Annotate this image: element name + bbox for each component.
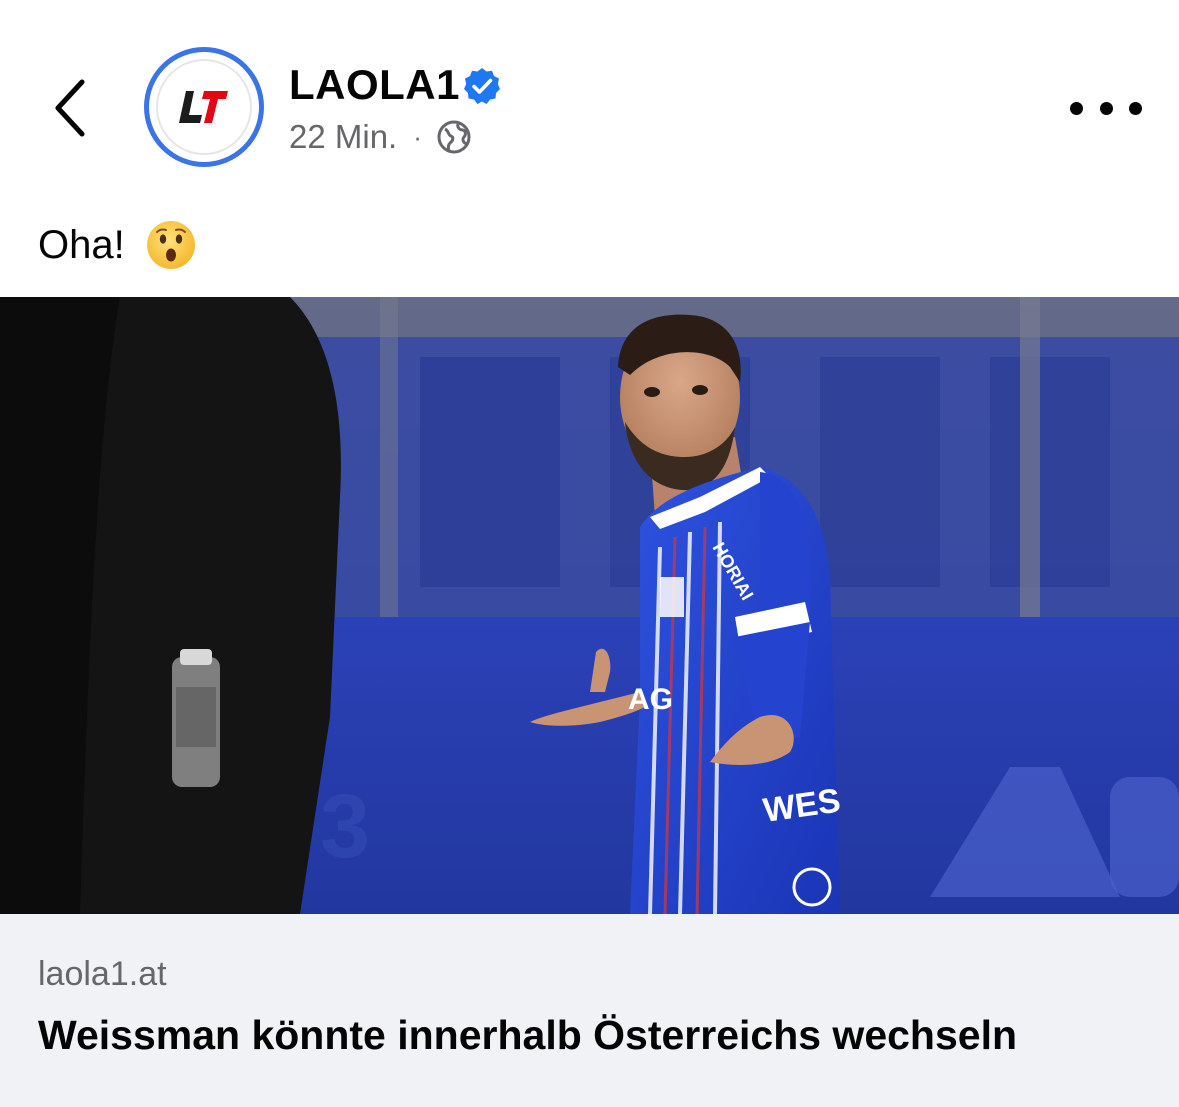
- laola1-logo: [156, 59, 252, 155]
- astonished-face-emoji: [146, 221, 195, 269]
- post-screen: LAOLA1 22 Min. · Oha! 3 AG WES HORIAI la…: [0, 0, 1179, 1107]
- chevron-left-icon: [55, 79, 85, 137]
- post-meta: 22 Min. ·: [289, 117, 472, 157]
- verified-badge-icon: [464, 68, 500, 104]
- link-domain[interactable]: laola1.at: [38, 952, 167, 996]
- football-player-photo: 3 AG WES HORIAI: [0, 297, 1179, 914]
- meta-separator: ·: [413, 122, 422, 152]
- post-caption: Oha!: [38, 217, 197, 273]
- post-header: LAOLA1 22 Min. ·: [0, 0, 1179, 200]
- svg-text:3: 3: [320, 777, 370, 877]
- page-avatar[interactable]: [144, 47, 264, 167]
- more-dot: [1129, 101, 1142, 115]
- link-title[interactable]: Weissman könnte innerhalb Österreichs we…: [38, 1010, 1017, 1060]
- post-timestamp[interactable]: 22 Min.: [289, 117, 397, 157]
- post-photo[interactable]: 3 AG WES HORIAI: [0, 297, 1179, 914]
- more-dot: [1070, 101, 1083, 115]
- more-options-button[interactable]: [1070, 86, 1142, 130]
- svg-text:AG: AG: [628, 683, 673, 716]
- back-button[interactable]: [38, 70, 102, 146]
- page-name[interactable]: LAOLA1: [289, 60, 460, 110]
- more-dot: [1099, 101, 1113, 115]
- caption-text: Oha!: [38, 223, 125, 267]
- globe-icon: [437, 120, 471, 154]
